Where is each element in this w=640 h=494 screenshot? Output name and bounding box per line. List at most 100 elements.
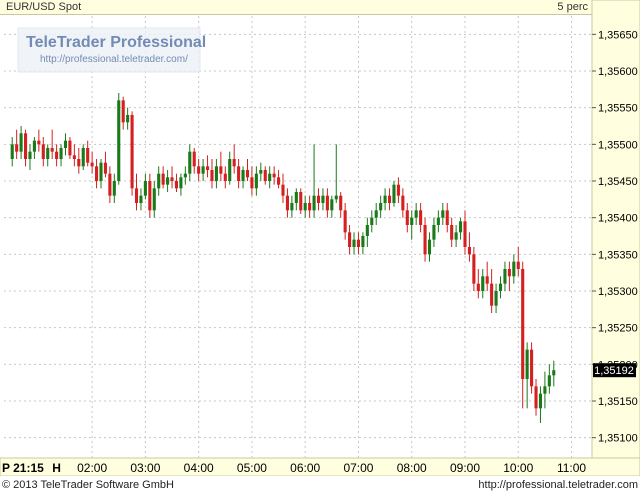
y-tick-label: 1,35400 — [598, 213, 638, 225]
candle-body — [219, 166, 223, 174]
footer-url: http://professional.teletrader.com — [478, 479, 638, 491]
y-tick-label: 1,35100 — [598, 433, 638, 445]
candle-body — [41, 144, 45, 159]
x-tick-label: 02:00 — [77, 461, 107, 475]
candle-body — [507, 269, 511, 277]
candle-body — [166, 177, 170, 185]
candle-body — [15, 144, 19, 152]
candle-body — [72, 155, 76, 159]
x-tick-label: 03:00 — [130, 461, 160, 475]
candle-body — [379, 203, 383, 211]
candle-body — [476, 283, 480, 291]
y-tick-label: 1,35350 — [598, 249, 638, 261]
candle-body — [485, 276, 489, 284]
y-tick-label: 1,35450 — [598, 176, 638, 188]
candle-body — [387, 195, 392, 203]
footer: © 2013 TeleTrader Software GmbH http://p… — [0, 476, 640, 494]
x-tick-label: 06:00 — [290, 461, 320, 475]
candle-body — [459, 221, 463, 233]
y-tick-label: 1,35600 — [598, 66, 638, 78]
candle-body — [174, 181, 179, 189]
candle-body — [32, 140, 36, 152]
candle-body — [188, 151, 192, 174]
candle-body — [28, 151, 32, 159]
candle-body — [490, 283, 494, 306]
candle-body — [183, 173, 187, 178]
candle-body — [547, 375, 551, 387]
candle-body — [95, 166, 99, 181]
candle-body — [68, 140, 72, 156]
candle-body — [228, 159, 232, 181]
candle-body — [139, 195, 143, 203]
candle-body — [81, 148, 85, 167]
x-tick-label: 11:00 — [557, 461, 586, 475]
candle-body — [134, 188, 139, 203]
candle-body — [19, 133, 23, 152]
candle-body — [463, 221, 467, 247]
candle-body — [103, 162, 107, 174]
candle-body — [77, 159, 81, 167]
candle-body — [259, 170, 263, 174]
candle-body — [498, 283, 503, 291]
candle-body — [197, 166, 201, 174]
candle-body — [543, 386, 547, 394]
candle-body — [454, 232, 458, 240]
candle-body — [263, 170, 267, 181]
candle-body — [383, 195, 387, 203]
candle-body — [361, 236, 365, 247]
candle-body — [46, 148, 50, 159]
watermark-logo: TeleTrader Professional http://professio… — [17, 27, 206, 73]
candle-body — [214, 166, 218, 181]
candle-body — [179, 177, 183, 189]
candle-body — [37, 140, 41, 145]
candle-body — [148, 181, 152, 211]
candle-body — [303, 203, 307, 211]
candle-body — [396, 184, 400, 196]
candlestick-chart[interactable]: TeleTrader Professional http://professio… — [0, 0, 640, 476]
candle-body — [423, 225, 427, 255]
candle-body — [294, 192, 298, 203]
candle-body — [405, 210, 409, 225]
candle-body — [205, 166, 210, 170]
candle-body — [99, 162, 103, 181]
candle-body — [55, 151, 59, 159]
candle-body — [436, 217, 440, 225]
x-tick-label: 07:00 — [343, 461, 373, 475]
candle-body — [419, 210, 423, 225]
last-price-label: 1,35192 — [594, 365, 634, 377]
candle-body — [348, 232, 352, 247]
candle-body — [494, 291, 498, 306]
candle-body — [290, 203, 294, 211]
candle-body — [299, 192, 303, 211]
candle-body — [268, 173, 272, 181]
candle-body — [272, 173, 276, 178]
candle-body — [325, 195, 329, 211]
candle-body — [241, 170, 245, 181]
candle-body — [530, 349, 534, 387]
candle-body — [250, 177, 254, 189]
candle-body — [50, 148, 54, 152]
candle-body — [339, 195, 343, 211]
candle-body — [86, 148, 90, 163]
copyright-text: © 2013 TeleTrader Software GmbH — [2, 479, 174, 491]
candle-body — [308, 203, 312, 211]
candle-body — [316, 195, 321, 203]
candle-body — [534, 386, 538, 409]
candle-body — [23, 133, 28, 159]
candle-body — [538, 393, 543, 409]
candle-body — [525, 349, 529, 379]
candle-body — [552, 370, 556, 376]
candle-body — [521, 269, 525, 379]
candle-body — [108, 173, 112, 196]
candle-body — [352, 239, 356, 247]
candle-body — [392, 184, 396, 203]
candle-body — [277, 177, 281, 185]
candle-body — [285, 195, 289, 211]
candle-body — [254, 173, 258, 189]
x-tick-label: 05:00 — [237, 461, 267, 475]
candle-body — [161, 173, 165, 185]
candle-body — [343, 210, 347, 233]
candle-body — [472, 254, 476, 284]
plot-area — [0, 15, 592, 458]
x-tick-label: 08:00 — [397, 461, 427, 475]
